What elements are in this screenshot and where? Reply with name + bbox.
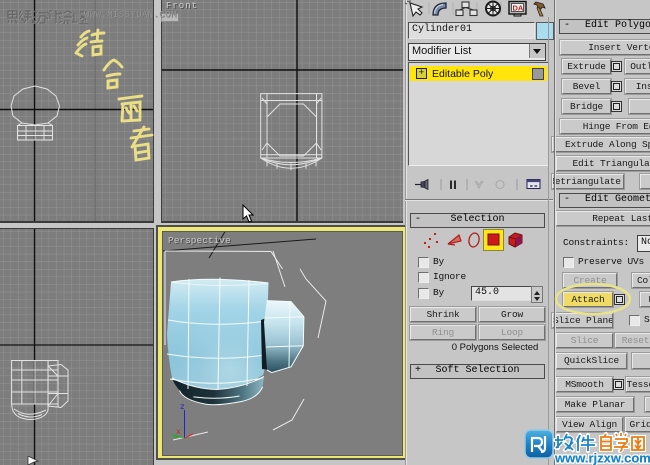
svg-text:x: x: [176, 428, 181, 437]
svg-text:www.rjzxw.com: www.rjzxw.com: [554, 451, 650, 465]
svg-text:DA: DA: [513, 4, 524, 13]
svg-text:z: z: [180, 403, 185, 412]
